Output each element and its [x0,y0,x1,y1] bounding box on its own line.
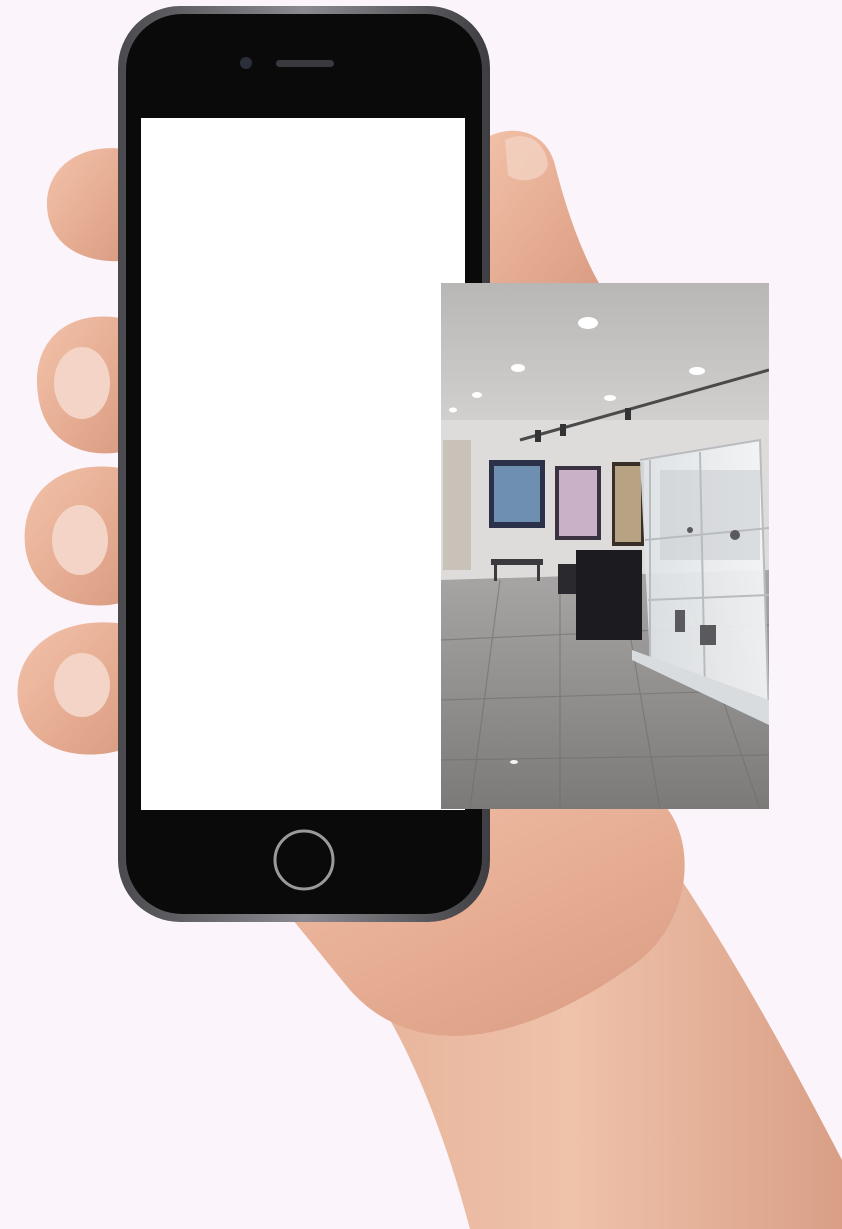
dark-cabinet [576,550,642,640]
hand-holding-phone-scene [0,0,842,1229]
home-button-icon[interactable] [273,829,335,891]
fingernail-3 [52,505,108,575]
front-camera-icon [240,57,252,69]
earpiece-speaker-icon [276,60,334,67]
phone-screen[interactable] [141,118,465,810]
smartphone-icon [118,6,490,922]
fingernail-4 [54,653,110,717]
gallery-photo [441,283,769,809]
bench [491,559,543,565]
fingernail-2 [54,347,110,419]
